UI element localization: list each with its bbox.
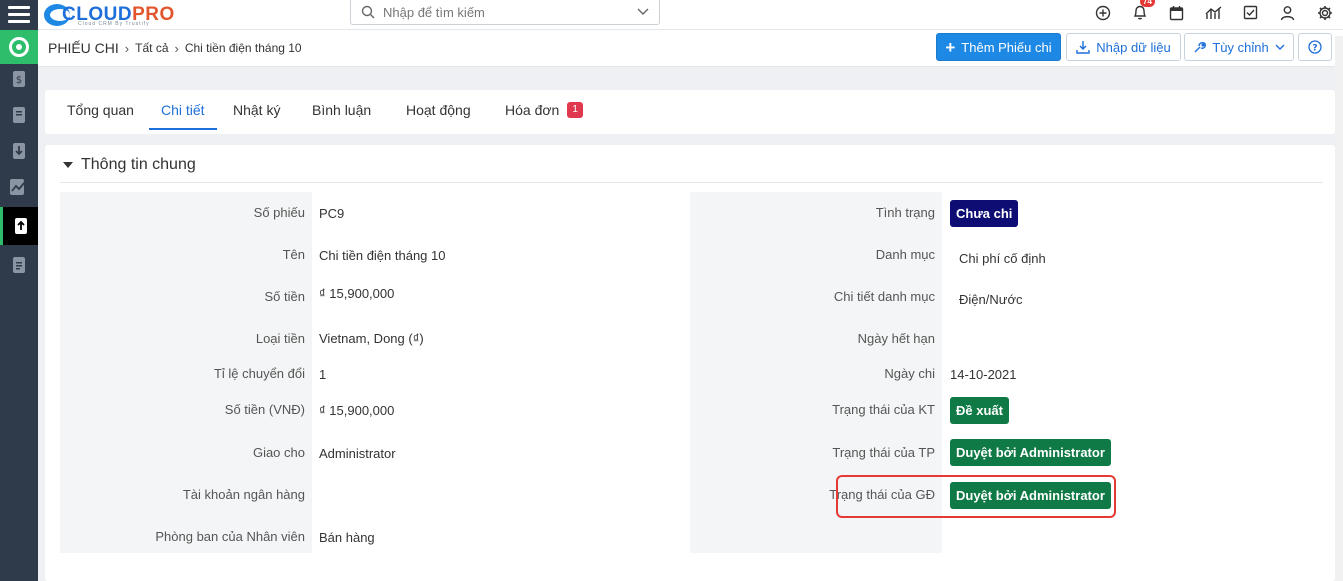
breadcrumb-all[interactable]: Tất cả	[135, 41, 168, 55]
tab-label: Hóa đơn	[505, 102, 560, 118]
tab-label: Tổng quan	[67, 102, 134, 118]
caret-down-icon	[63, 161, 73, 168]
breadcrumb-current: Chi tiền điện tháng 10	[184, 41, 302, 55]
chevron-down-icon[interactable]	[637, 8, 649, 16]
bell-icon[interactable]: 74	[1121, 0, 1158, 25]
customize-label: Tùy chỉnh	[1212, 39, 1269, 55]
chevron-right-icon: ›	[124, 40, 130, 56]
tab-overview[interactable]: Tổng quan	[67, 90, 134, 130]
status-badge-accountant[interactable]: Đề xuất	[950, 397, 1009, 424]
search-placeholder: Nhập để tìm kiếm	[383, 4, 485, 20]
logo-text: CLOUDPRO	[62, 4, 175, 25]
field-label: Số phiếu	[253, 205, 305, 220]
help-button[interactable]: ?	[1298, 33, 1332, 61]
add-payment-label: Thêm Phiếu chi	[961, 39, 1052, 55]
general-info-section: Thông tin chung Số phiếu PC9 Tên Chi tiề…	[45, 145, 1335, 581]
section-header[interactable]: Thông tin chung	[63, 156, 196, 174]
user-icon[interactable]	[1269, 0, 1306, 25]
field-label: Danh mục	[875, 247, 935, 262]
download-icon	[1076, 41, 1090, 54]
field-value-rate[interactable]: 1	[319, 367, 326, 382]
svg-text:?: ?	[1312, 44, 1317, 54]
field-value-amount[interactable]: ₫ 15,900,000	[319, 286, 394, 301]
field-label: Tỉ lệ chuyển đổi	[213, 366, 305, 381]
plus-circle-icon[interactable]	[1084, 0, 1121, 25]
field-value-assigned-to[interactable]: Administrator	[319, 446, 396, 461]
plus-icon: +	[945, 37, 956, 57]
import-data-label: Nhập dữ liệu	[1096, 39, 1171, 55]
field-label: Trạng thái của KT	[832, 402, 935, 417]
home-icon[interactable]	[0, 30, 38, 64]
field-label: Số tiền	[264, 289, 305, 304]
tab-label: Chi tiết	[161, 102, 205, 118]
calendar-icon[interactable]	[1158, 0, 1195, 25]
field-label: Giao cho	[252, 445, 305, 460]
top-bar: CLOUDPRO Cloud CRM By Trustify Nhập để t…	[38, 0, 1343, 30]
search-icon	[361, 5, 375, 19]
breadcrumb-module[interactable]: PHIẾU CHI	[48, 40, 119, 56]
record-tabs: Tổng quan Chi tiết Nhật ký Bình luận Hoạ…	[45, 90, 1335, 134]
breadcrumb: PHIẾU CHI › Tất cả › Chi tiền điện tháng…	[48, 40, 302, 56]
field-value-name[interactable]: Chi tiền điện tháng 10	[319, 248, 445, 263]
money-icon[interactable]: $	[0, 60, 38, 98]
chart-icon[interactable]	[1195, 0, 1232, 25]
field-label: Tên	[282, 247, 305, 262]
section-title: Thông tin chung	[81, 156, 196, 173]
add-payment-button[interactable]: + Thêm Phiếu chi	[936, 33, 1061, 61]
import-data-button[interactable]: Nhập dữ liệu	[1066, 33, 1181, 61]
status-badge-dept-head[interactable]: Duyệt bởi Administrator	[950, 439, 1111, 466]
search-input[interactable]: Nhập để tìm kiếm	[350, 0, 660, 25]
customize-button[interactable]: Tùy chỉnh	[1184, 33, 1294, 61]
chevron-down-icon	[1275, 44, 1285, 50]
tab-log[interactable]: Nhật ký	[233, 90, 280, 130]
receipt-out-icon[interactable]	[0, 207, 38, 245]
tab-comments[interactable]: Bình luận	[312, 90, 371, 130]
field-value-payment-date[interactable]: 14-10-2021	[950, 367, 1017, 382]
field-label: Tình trạng	[875, 205, 935, 220]
active-tab-indicator	[149, 128, 217, 130]
chart-report-icon[interactable]	[0, 168, 38, 206]
notification-badge: 74	[1140, 0, 1155, 7]
tab-label: Hoạt động	[406, 102, 471, 118]
field-label: Ngày hết hạn	[857, 331, 935, 346]
field-label: Trạng thái của TP	[832, 445, 935, 460]
chevron-right-icon: ›	[174, 40, 179, 56]
field-label: Số tiền (VNĐ)	[224, 402, 305, 417]
field-label: Loại tiền	[255, 331, 305, 346]
status-badge-unpaid[interactable]: Chưa chi	[950, 200, 1019, 227]
gear-icon[interactable]	[1306, 0, 1343, 25]
highlight-annotation	[836, 475, 1116, 518]
document-icon[interactable]	[0, 246, 38, 284]
field-value-department[interactable]: Bán hàng	[319, 530, 375, 545]
field-label: Phòng ban của Nhân viên	[155, 529, 305, 544]
cloudpro-logo[interactable]: CLOUDPRO Cloud CRM By Trustify	[44, 2, 175, 28]
checkbox-icon[interactable]	[1232, 0, 1269, 25]
field-label: Chi tiết danh mục	[833, 289, 935, 304]
scrollbar[interactable]	[1335, 36, 1343, 581]
tab-detail[interactable]: Chi tiết	[149, 90, 217, 130]
field-value-currency[interactable]: Vietnam, Dong (₫)	[319, 331, 424, 346]
field-value-category[interactable]: Chi phí cố định	[959, 251, 1046, 266]
receipt-in-icon[interactable]	[0, 132, 38, 170]
tab-activity[interactable]: Hoạt động	[406, 90, 471, 130]
field-label: Tài khoản ngân hàng	[182, 487, 305, 502]
book-icon[interactable]	[0, 96, 38, 134]
invoice-count-badge: 1	[567, 102, 583, 118]
menu-icon[interactable]	[0, 0, 38, 30]
left-sidebar: $	[0, 0, 38, 581]
section-divider	[60, 182, 1323, 183]
wrench-icon	[1194, 41, 1207, 52]
page-header: PHIẾU CHI › Tất cả › Chi tiền điện tháng…	[38, 30, 1343, 67]
question-icon: ?	[1308, 40, 1322, 54]
tab-label: Bình luận	[312, 102, 372, 118]
field-value-voucher-no[interactable]: PC9	[319, 206, 344, 221]
field-value-amount-vnd[interactable]: ₫ 15,900,000	[319, 403, 394, 418]
field-label: Ngày chi	[884, 366, 935, 381]
tab-label: Nhật ký	[233, 102, 281, 118]
tab-invoice[interactable]: Hóa đơn 1	[505, 90, 583, 130]
svg-text:$: $	[16, 75, 22, 86]
field-value-category-detail[interactable]: Điện/Nước	[959, 292, 1022, 307]
